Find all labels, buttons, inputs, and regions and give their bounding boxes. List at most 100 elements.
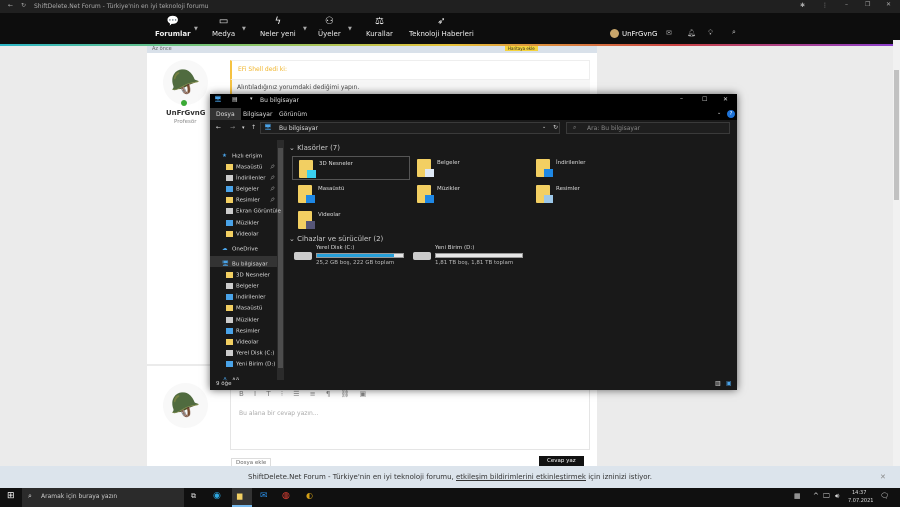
large-icons-view-icon[interactable]: ▣	[726, 380, 732, 387]
sidebar-item[interactable]: İndirilenler	[226, 294, 266, 301]
nav-kurallar[interactable]: ⚖ Kurallar	[366, 16, 393, 38]
keyboard-icon[interactable]: ▦	[794, 492, 801, 500]
nav-medya[interactable]: ▭ Medya	[212, 16, 235, 38]
user-menu[interactable]: UnFrGvnG	[622, 30, 657, 38]
restore-icon[interactable]: ❐	[865, 1, 870, 8]
reply-input[interactable]: Bu alana bir cevap yazın...	[239, 410, 319, 417]
folder-item[interactable]: Resimler	[530, 182, 648, 206]
sidebar-item[interactable]: Resimler	[226, 328, 260, 335]
reply-editor[interactable]: B I T ⁝ ☰ ≡ ¶ ⛓ ▣ Bu alana bir cevap yaz…	[230, 388, 590, 450]
clock-time[interactable]: 14:37	[852, 490, 866, 496]
search-input[interactable]: Ara: Bu bilgisayar	[587, 125, 640, 132]
mail-icon[interactable]: ✉	[260, 491, 268, 501]
refresh-icon[interactable]: ↻	[553, 124, 558, 131]
sidebar-item[interactable]: Belgeler 📌︎	[226, 186, 275, 193]
sidebar-item[interactable]: Belgeler	[226, 283, 259, 290]
folder-item[interactable]: Masaüstü	[292, 182, 410, 206]
menu-icon[interactable]: ⋮	[822, 2, 828, 9]
clock-date[interactable]: 7.07.2021	[848, 498, 873, 504]
chevron-down-icon[interactable]: ▼	[194, 26, 198, 32]
taskbar-search[interactable]: ⌕ Aramak için buraya yazın	[22, 488, 184, 507]
quote-author[interactable]: EFi Shell dedi ki:	[238, 66, 287, 73]
post-username[interactable]: UnFrGvnG	[166, 109, 206, 117]
address-bar[interactable]: 🖥︎ Bu bilgisayar ⌄ ↻	[260, 122, 560, 134]
sidebar-scrollbar[interactable]	[277, 140, 284, 380]
forward-icon[interactable]: →	[230, 124, 235, 131]
nav-teknoloji-haberleri[interactable]: ➶ Teknoloji Haberleri	[409, 16, 474, 38]
details-view-icon[interactable]: ▥	[715, 380, 721, 387]
sidebar-item[interactable]: İndirilenler 📌︎	[226, 175, 275, 182]
page-scrollbar[interactable]	[893, 40, 900, 466]
taskbar-search-input[interactable]: Aramak için buraya yazın	[41, 493, 117, 500]
sidebar-item[interactable]: Videolar	[226, 231, 259, 238]
avatar[interactable]: 🪖	[163, 60, 208, 105]
avatar[interactable]	[610, 29, 619, 38]
sidebar-item[interactable]: Müzikler	[226, 317, 259, 324]
windows-start-icon[interactable]: ⊞	[7, 491, 15, 501]
sidebar-item[interactable]: ★ Hızlı erişim	[222, 153, 262, 160]
enable-notifications-link[interactable]: etkileşim bildirimlerini etkinleştirmek	[456, 473, 586, 481]
address-dropdown-icon[interactable]: ⌄	[542, 124, 546, 130]
submit-reply-button[interactable]: Cevap yaz	[539, 456, 584, 466]
sidebar-item[interactable]: Masaüstü	[226, 305, 262, 312]
sidebar-item[interactable]: Müzikler	[226, 220, 259, 227]
post-badge[interactable]: Haritaya ekle	[505, 46, 538, 51]
tray-chevron-icon[interactable]: ^	[813, 492, 819, 500]
bulb-icon[interactable]: 💡︎	[708, 29, 713, 38]
sidebar-item[interactable]: Ekran Görüntüle	[226, 208, 281, 215]
folder-item[interactable]: İndirilenler	[530, 156, 648, 180]
reload-icon[interactable]: ↻	[21, 2, 26, 9]
file-explorer-taskbar-button[interactable]: ▆	[232, 488, 252, 507]
folder-item[interactable]: 3D Nesneler	[292, 156, 410, 180]
back-icon[interactable]: ←	[8, 2, 13, 9]
app-icon[interactable]: ◐	[306, 491, 313, 500]
minimize-icon[interactable]: –	[680, 95, 683, 102]
notifications-icon[interactable]: 🗨︎	[880, 492, 889, 500]
volume-icon[interactable]: 🔊︎	[835, 492, 839, 501]
nav-forumlar[interactable]: 💬 Forumlar	[155, 16, 191, 38]
close-icon[interactable]: ✕	[880, 466, 886, 488]
tab-dosya[interactable]: Dosya	[210, 108, 241, 120]
back-icon[interactable]: ←	[216, 124, 221, 131]
minimize-icon[interactable]: –	[845, 1, 848, 8]
bell-icon[interactable]: 🔔︎	[687, 29, 696, 37]
task-view-icon[interactable]: ⧉	[191, 492, 196, 501]
sidebar-item[interactable]: 🖥︎ Bu bilgisayar	[222, 261, 268, 268]
nav-neler-yeni[interactable]: ϟ Neler yeni	[260, 16, 296, 38]
maximize-icon[interactable]: ☐	[702, 96, 707, 103]
chevron-down-icon[interactable]: ▼	[303, 26, 307, 32]
drive-item[interactable]: Yerel Disk (C:) 25,2 GB boş, 222 GB topla…	[292, 245, 412, 268]
expand-ribbon-icon[interactable]: ⌄	[717, 110, 721, 116]
folders-section-header[interactable]: ⌄ Klasörler (7)	[289, 144, 340, 152]
folder-item[interactable]: Videolar	[292, 208, 410, 232]
mail-icon[interactable]: ✉	[666, 29, 672, 37]
qat-chevron-icon[interactable]: ▾	[250, 96, 253, 102]
help-icon[interactable]: ?	[727, 110, 735, 118]
editor-toolbar[interactable]: B I T ⁝ ☰ ≡ ¶ ⛓ ▣	[239, 390, 370, 398]
up-icon[interactable]: ↑	[251, 124, 256, 131]
chevron-down-icon[interactable]: ▼	[242, 26, 246, 32]
nav-uyeler[interactable]: ⚇ Üyeler	[318, 16, 341, 38]
extension-icon[interactable]: ✱	[800, 2, 805, 9]
sidebar-item[interactable]: Videolar	[226, 339, 259, 346]
sidebar-item[interactable]: ☁ OneDrive	[222, 246, 258, 253]
tab-gorunum[interactable]: Görünüm	[279, 111, 307, 118]
chevron-down-icon[interactable]: ▼	[348, 26, 352, 32]
sidebar-item[interactable]: Yeni Birim (D:)	[226, 361, 275, 368]
drive-item[interactable]: Yeni Birim (D:) 1,81 TB boş, 1,81 TB topl…	[411, 245, 531, 268]
folder-item[interactable]: Belgeler	[411, 156, 529, 180]
close-icon[interactable]: ✕	[723, 96, 728, 103]
search-icon[interactable]: ⌕	[732, 28, 736, 37]
sidebar-item[interactable]: 3D Nesneler	[226, 272, 270, 279]
search-box[interactable]: ⌕ Ara: Bu bilgisayar	[566, 122, 730, 134]
tab-bilgisayar[interactable]: Bilgisayar	[243, 111, 272, 118]
network-icon[interactable]: 🖵︎	[823, 492, 830, 501]
properties-icon[interactable]: ▤	[232, 96, 238, 103]
edge-icon[interactable]: ◉	[213, 491, 221, 501]
sidebar-item[interactable]: Masaüstü 📌︎	[226, 164, 275, 171]
sidebar-item[interactable]: Yerel Disk (C:)	[226, 350, 274, 357]
recent-icon[interactable]: ▾	[242, 125, 245, 131]
folder-item[interactable]: Müzikler	[411, 182, 529, 206]
close-icon[interactable]: ✕	[886, 1, 891, 8]
drives-section-header[interactable]: ⌄ Cihazlar ve sürücüler (2)	[289, 235, 383, 243]
